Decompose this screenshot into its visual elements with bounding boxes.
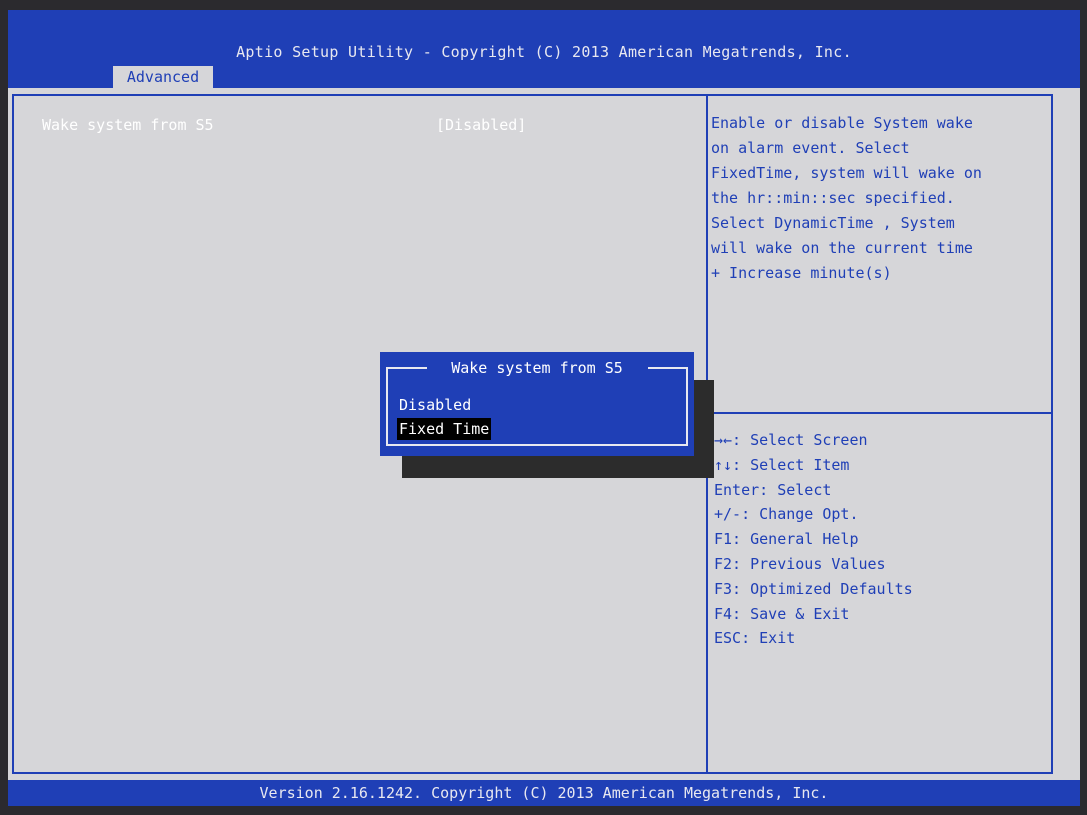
panel-divider-horizontal [708,412,1051,414]
monitor-bezel [0,0,1087,10]
popup-title-text: Wake system from S5 [445,359,629,377]
key-optimized-defaults: F3: Optimized Defaults [714,579,913,598]
header-title: Aptio Setup Utility - Copyright (C) 2013… [236,43,852,61]
key-previous-values: F2: Previous Values [714,554,886,573]
key-general-help: F1: General Help [714,530,859,549]
key-change-opt: +/-: Change Opt. [714,505,859,524]
footer-bar: Version 2.16.1242. Copyright (C) 2013 Am… [8,780,1080,806]
bios-screen: Aptio Setup Utility - Copyright (C) 2013… [8,10,1080,806]
tab-advanced[interactable]: Advanced [113,66,213,88]
option-popup: Wake system from S5 Disabled Fixed Time [380,352,694,456]
key-select-screen: →←: Select Screen [714,431,868,449]
help-text: Enable or disable System wake on alarm e… [711,114,982,282]
key-esc-exit: ESC: Exit [714,629,796,648]
key-enter-select: Enter: Select [714,480,832,499]
key-select-item: ↑↓: Select Item [714,455,850,474]
key-legend: →←: Select Screen ↑↓: Select Item Enter:… [714,428,913,651]
key-save-exit: F4: Save & Exit [714,604,850,623]
wake-system-setting-label[interactable]: Wake system from S5 [42,116,214,134]
wake-system-setting-value[interactable]: [Disabled] [436,116,526,134]
popup-option-disabled[interactable]: Disabled [399,394,471,416]
popup-option-fixed-time[interactable]: Fixed Time [397,418,492,440]
header-bar: Aptio Setup Utility - Copyright (C) 2013… [8,10,1080,88]
footer-version: Version 2.16.1242. Copyright (C) 2013 Am… [259,784,829,802]
popup-title: Wake system from S5 [380,359,694,377]
